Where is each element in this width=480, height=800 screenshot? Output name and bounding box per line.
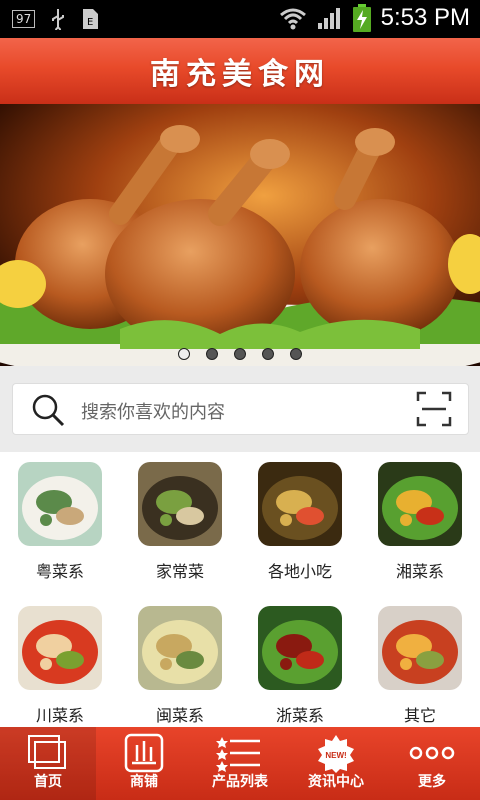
category-label: 家常菜 <box>155 562 204 581</box>
tab-more[interactable]: 更多 <box>384 727 480 800</box>
tab-news[interactable]: NEW! 资讯中心 <box>288 727 384 800</box>
category-label: 各地小吃 <box>267 562 332 581</box>
tab-shop[interactable]: 商铺 <box>96 727 192 800</box>
tab-list[interactable]: 产品列表 <box>192 727 288 800</box>
wifi-icon <box>279 8 306 30</box>
page-title: 南充美食网 <box>150 57 330 92</box>
status-bar: 97 E 5:53 PM <box>0 0 480 38</box>
zhejiang-dish-image <box>258 606 342 690</box>
notification-badge: 97 <box>12 10 36 28</box>
tab-label: 首页 <box>34 774 62 790</box>
tab-label: 产品列表 <box>212 774 268 790</box>
category-item[interactable]: 浙菜系 <box>240 596 360 726</box>
category-item[interactable]: 各地小吃 <box>240 452 360 582</box>
carousel-dot[interactable] <box>234 348 246 360</box>
usb-icon <box>52 9 65 30</box>
banner-carousel[interactable] <box>0 104 480 366</box>
category-label: 其它 <box>403 706 436 725</box>
roast-chicken-banner-image <box>0 104 480 366</box>
carousel-dot[interactable] <box>178 348 190 360</box>
other-dish-image <box>378 606 462 690</box>
category-grid: 粤菜系 家常菜 各地小吃 湘菜系川菜系 闽菜系 浙菜系 其它 <box>0 452 480 727</box>
home-dish-image <box>138 462 222 546</box>
tab-label: 更多 <box>418 774 446 790</box>
svg-text:E: E <box>87 17 93 28</box>
sichuan-dish-image <box>18 606 102 690</box>
category-label: 浙菜系 <box>275 706 324 725</box>
bottom-tab-bar: 首页 商铺 产品列表 NEW! 资讯中心 更多 <box>0 727 480 800</box>
category-label: 川菜系 <box>35 706 84 725</box>
document-icon: E <box>83 9 99 29</box>
scan-icon[interactable] <box>416 391 452 427</box>
svg-text:NEW!: NEW! <box>325 751 346 760</box>
clock: 5:53 PM <box>380 4 470 31</box>
category-item[interactable]: 川菜系 <box>0 596 120 726</box>
category-label: 湘菜系 <box>395 562 444 581</box>
category-label: 粤菜系 <box>35 562 84 581</box>
carousel-indicator <box>0 348 480 360</box>
search-placeholder: 搜索你喜欢的内容 <box>81 402 225 423</box>
carousel-dot[interactable] <box>262 348 274 360</box>
category-item[interactable]: 其它 <box>360 596 480 726</box>
category-item[interactable]: 闽菜系 <box>120 596 240 726</box>
search-bar[interactable]: 搜索你喜欢的内容 <box>12 383 469 435</box>
category-item[interactable]: 湘菜系 <box>360 452 480 582</box>
hunan-dish-image <box>378 462 462 546</box>
category-item[interactable]: 家常菜 <box>120 452 240 582</box>
tab-label: 商铺 <box>130 774 158 790</box>
carousel-dot[interactable] <box>290 348 302 360</box>
app-header: 南充美食网 <box>0 38 480 104</box>
snack-image <box>258 462 342 546</box>
search-icon <box>32 394 65 427</box>
carousel-dot[interactable] <box>206 348 218 360</box>
signal-icon <box>317 8 340 29</box>
tab-home[interactable]: 首页 <box>0 727 96 800</box>
battery-icon <box>352 4 371 32</box>
tab-label: 资讯中心 <box>308 774 364 790</box>
category-item[interactable]: 粤菜系 <box>0 452 120 582</box>
cantonese-dish-image <box>18 462 102 546</box>
fujian-dish-image <box>138 606 222 690</box>
category-label: 闽菜系 <box>155 706 204 725</box>
